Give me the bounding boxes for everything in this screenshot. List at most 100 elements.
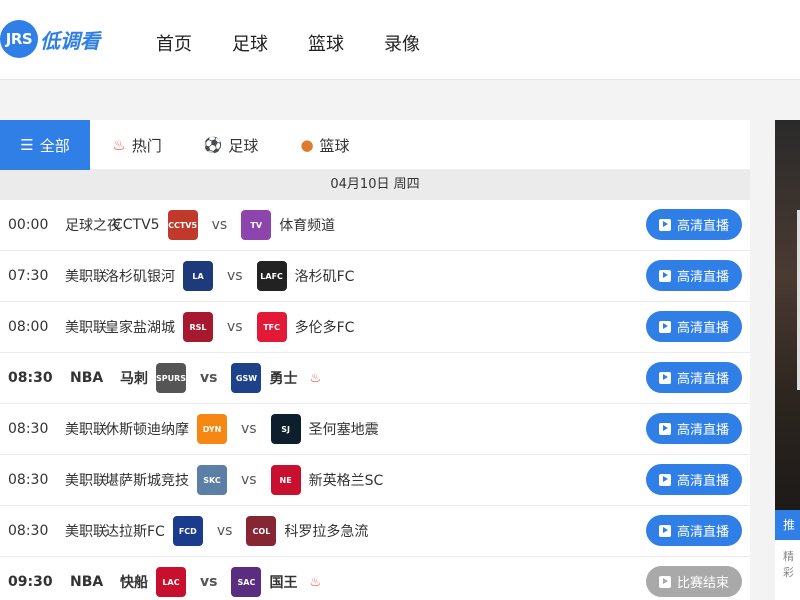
play-icon	[658, 524, 671, 537]
vs-label: vs	[241, 421, 257, 437]
main-nav: 首页 足球 篮球 录像	[156, 30, 420, 56]
button-label: 比赛结束	[676, 576, 729, 591]
matchup[interactable]: 堪萨斯城竞技 SKC vs NE 新英格兰SC	[105, 465, 383, 495]
away-team-logo-icon: SAC	[231, 567, 262, 597]
away-team: 多伦多FC	[294, 320, 355, 336]
watch-live-button[interactable]: 高清直播	[646, 209, 742, 240]
match-time: 08:30	[8, 421, 49, 437]
matchup[interactable]: 休斯顿迪纳摩 DYN vs SJ 圣何塞地震	[105, 414, 379, 444]
list-icon: ☰	[20, 136, 34, 154]
home-team-logo-icon: LA	[183, 261, 213, 291]
button-label: 高清直播	[676, 525, 729, 540]
match-time: 08:30	[8, 370, 53, 386]
side-tab[interactable]: 推荐	[775, 510, 800, 540]
matchup[interactable]: 皇家盐湖城 RSL vs TFC 多伦多FC	[105, 312, 354, 342]
home-team-logo-icon: FCD	[172, 516, 203, 546]
nav-item-replays[interactable]: 录像	[384, 30, 420, 56]
tab-all[interactable]: ☰ 全部	[0, 120, 90, 170]
match-time: 08:00	[8, 319, 49, 335]
button-label: 高清直播	[676, 270, 729, 285]
filter-tabs: ☰ 全部 ♨ 热门 ⚽ 足球 ● 篮球	[0, 120, 750, 170]
league-name: 美职联	[65, 524, 107, 540]
match-row: 08:00 美职联 皇家盐湖城 RSL vs TFC 多伦多FC 高清直播	[0, 302, 750, 353]
match-row: 08:30 美职联 堪萨斯城竞技 SKC vs NE 新英格兰SC 高清直播	[0, 455, 750, 506]
away-team-logo-icon: NE	[270, 465, 301, 495]
tab-label: 篮球	[319, 136, 350, 155]
match-row: 08:30 美职联 达拉斯FC FCD vs COL 科罗拉多急流 高清直播	[0, 506, 750, 557]
league-name: 美职联	[65, 320, 107, 336]
league-name: 美职联	[65, 422, 107, 438]
match-time: 09:30	[8, 574, 53, 590]
match-row: 07:30 美职联 洛杉矶银河 LA vs LAFC 洛杉矶FC 高清直播	[0, 251, 750, 302]
away-team-logo-icon: GSW	[231, 363, 262, 393]
away-team-logo-icon: COL	[246, 516, 277, 546]
away-team: 圣何塞地震	[308, 422, 379, 438]
match-row: 08:30 NBA 马刺 SPURS vs GSW 勇士 ♨ 高清直播	[0, 353, 750, 404]
home-team: 皇家盐湖城	[105, 320, 175, 336]
match-list: 00:00 足球之夜 CCTV5 CCTV5 vs TV 体育频道 高清直播 07:30 美职联洛…	[0, 200, 750, 600]
away-team: 国王	[269, 575, 298, 591]
matchup[interactable]: 快船 LAC vs SAC 国王 ♨	[120, 567, 321, 597]
home-team-logo-icon: DYN	[197, 414, 227, 444]
away-team: 体育频道	[279, 218, 336, 234]
play-icon	[658, 575, 671, 588]
side-banner: 推荐 精彩	[775, 120, 800, 600]
matchup[interactable]: 马刺 SPURS vs GSW 勇士 ♨	[120, 363, 321, 393]
home-team: 堪萨斯城竞技	[105, 473, 189, 489]
home-team-logo-icon: RSL	[183, 312, 213, 342]
away-team-logo-icon: LAFC	[256, 261, 287, 291]
home-team: 洛杉矶银河	[105, 269, 175, 285]
match-row: 00:00 足球之夜 CCTV5 CCTV5 vs TV 体育频道 高清直播	[0, 200, 750, 251]
vs-label: vs	[216, 523, 233, 539]
play-icon	[658, 473, 671, 486]
watch-live-button[interactable]: 高清直播	[646, 260, 742, 291]
play-icon	[658, 371, 671, 384]
watch-live-button[interactable]: 高清直播	[646, 515, 742, 546]
match-row: 09:30 NBA 快船 LAC vs SAC 国王 ♨ 比赛结束	[0, 557, 750, 600]
hot-fire-icon: ♨	[309, 370, 322, 386]
site-logo[interactable]: JRS 低调看	[0, 20, 100, 58]
tab-football[interactable]: ⚽ 足球	[184, 120, 278, 170]
matchup[interactable]: 洛杉矶银河 LA vs LAFC 洛杉矶FC	[105, 261, 354, 291]
away-team-logo-icon: SJ	[270, 414, 301, 444]
matchup[interactable]: 达拉斯FC FCD vs COL 科罗拉多急流	[105, 516, 368, 546]
watch-live-button[interactable]: 高清直播	[646, 362, 742, 393]
banner-image[interactable]	[775, 120, 800, 510]
match-ended-button[interactable]: 比赛结束	[646, 566, 742, 597]
tab-hot[interactable]: ♨ 热门	[90, 120, 184, 170]
vs-label: vs	[227, 268, 243, 284]
vs-label: vs	[200, 574, 218, 590]
vs-label: vs	[227, 319, 243, 335]
watch-live-button[interactable]: 高清直播	[646, 413, 742, 444]
soccer-ball-icon: ⚽	[203, 136, 223, 154]
button-label: 高清直播	[676, 219, 729, 234]
league-name: 美职联	[65, 473, 107, 489]
tab-basketball[interactable]: ● 篮球	[278, 120, 372, 170]
nav-item-home[interactable]: 首页	[156, 30, 192, 56]
nav-item-football[interactable]: 足球	[232, 30, 268, 56]
tab-label: 全部	[39, 136, 70, 155]
away-team: 勇士	[269, 371, 298, 387]
match-time: 00:00	[8, 217, 49, 233]
match-time: 08:30	[8, 472, 49, 488]
match-row: 08:30 美职联 休斯顿迪纳摩 DYN vs SJ 圣何塞地震 高清直播	[0, 404, 750, 455]
away-team-logo-icon: TFC	[256, 312, 287, 342]
home-team: 休斯顿迪纳摩	[105, 422, 189, 438]
date-header: 04月10日 周四	[0, 170, 750, 200]
vs-label: vs	[200, 370, 218, 386]
vs-label: vs	[211, 217, 228, 233]
nav-item-basketball[interactable]: 篮球	[308, 30, 344, 56]
logo-text: 低调看	[40, 28, 100, 53]
button-label: 高清直播	[676, 372, 729, 387]
top-header: JRS 低调看 首页 足球 篮球 录像	[0, 0, 800, 80]
home-team-logo-icon: LAC	[156, 567, 186, 597]
league-name: 美职联	[65, 269, 107, 285]
home-team: 达拉斯FC	[105, 524, 165, 540]
matchup[interactable]: CCTV5 CCTV5 vs TV 体育频道	[113, 210, 335, 240]
watch-live-button[interactable]: 高清直播	[646, 311, 742, 342]
watch-live-button[interactable]: 高清直播	[646, 464, 742, 495]
tab-label: 足球	[228, 136, 259, 155]
match-time: 08:30	[8, 523, 49, 539]
play-icon	[658, 269, 671, 282]
basketball-icon: ●	[300, 136, 314, 154]
